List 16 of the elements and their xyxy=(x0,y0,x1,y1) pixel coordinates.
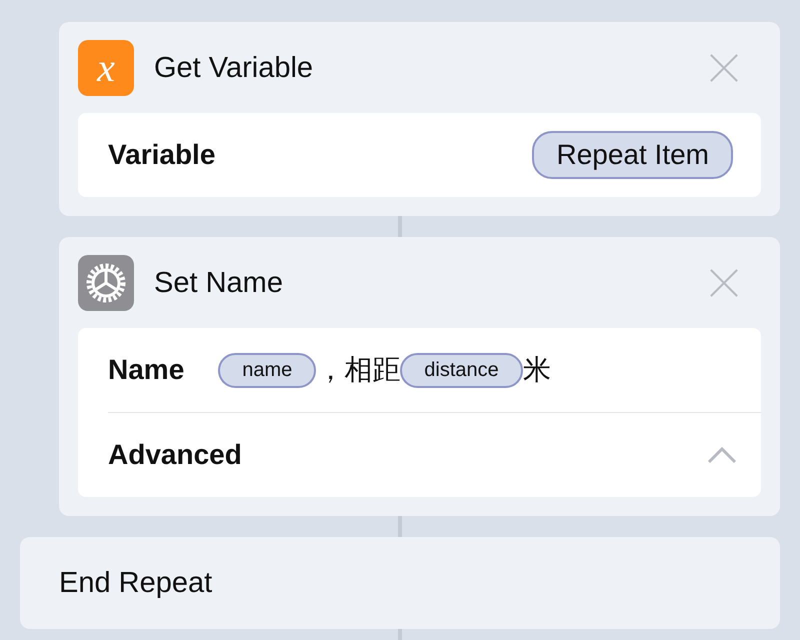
value-text: ，相距 xyxy=(316,353,400,387)
parameter-label: Name xyxy=(108,354,184,386)
close-icon[interactable] xyxy=(709,53,739,83)
action-title: End Repeat xyxy=(59,566,212,600)
variable-token[interactable]: name xyxy=(218,352,316,388)
close-icon[interactable] xyxy=(709,268,739,298)
chevron-icon[interactable] xyxy=(707,446,737,464)
action-title: Set Name xyxy=(154,266,284,300)
variable-token[interactable]: distance xyxy=(400,352,523,388)
parameter-label: Variable xyxy=(108,139,216,171)
parameter-label: Advanced xyxy=(108,439,242,471)
gear-icon xyxy=(78,255,134,311)
value-text: 米 xyxy=(522,353,551,387)
variable-token[interactable]: Repeat Item xyxy=(532,131,733,179)
variable-icon: x xyxy=(78,40,134,96)
action-title: Get Variable xyxy=(154,52,314,84)
